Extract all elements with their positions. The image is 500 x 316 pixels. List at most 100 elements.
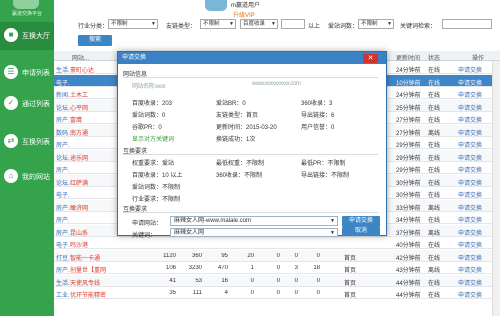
link-type-select[interactable]: 不限制 ▼ [200,19,236,29]
row-metric: 4 [224,290,228,296]
chevron-down-icon: ▼ [330,230,335,236]
row-status: 在线 [428,243,441,249]
avatar[interactable] [205,0,227,11]
chevron-down-icon: ▼ [330,218,335,224]
row-site-name[interactable]: 红萨满 [70,178,122,187]
row-category[interactable]: 电子... [56,190,70,199]
row-site-name[interactable]: 昆山系 [70,228,122,237]
row-category[interactable]: 房产... [56,140,70,149]
table-row[interactable]: 房产...创量世【重网106323047010318首页43分钟前离线申请交换 [54,262,500,274]
sidebar-item-apply-list[interactable]: ☰ 申请列表 [0,59,54,87]
req-industry: 行业要求：不限制 [132,197,181,203]
link-type-select-value: 不限制 [203,21,220,27]
req-baidu: 百度收录：10 以上 [132,173,183,179]
sidebar-item-my-site[interactable]: ⌂ 我的网站 [0,163,54,191]
row-metric: 0 [294,290,298,296]
row-category[interactable]: 工业... [56,290,70,299]
row-category[interactable]: 生活... [56,65,70,74]
row-category[interactable]: 房产... [56,203,70,212]
row-metric: 360 [191,252,202,259]
industry-select-value: 不限制 [111,21,128,27]
table-row[interactable]: 打豆...智能一卡通11203609520000首页42分钟前在线申请交换 [54,249,500,262]
check-icon: ✓ [4,96,18,110]
table-row[interactable]: 电子...鸣沙港40分钟前在线申请交换 [54,237,500,249]
row-site-name[interactable]: 创量世【重网 [70,265,122,274]
site-url-blurred: www.xxxxxxxxxx.com [252,81,301,87]
header-status: 状态 [428,56,441,62]
row-site-name[interactable]: 心平网 [70,103,122,112]
row-category[interactable]: 数码... [56,128,70,137]
row-site-name[interactable]: 鸣沙港 [70,240,122,249]
row-category[interactable]: 新闻... [56,90,70,99]
divider [123,77,378,78]
keyword-search-input[interactable] [442,19,492,29]
row-site-name[interactable]: 豪町心达 [70,65,122,74]
req-min-pr: 最低PR：不限制 [301,161,346,167]
cancel-button[interactable]: 取消 [342,227,380,236]
req-min-weight: 最低权重：不限制 [216,161,265,167]
aizhan-words-label: 爱站词数： [328,24,359,30]
apply-exchange-dialog: 申请交换 ✕ 网站信息 网站名称:xxxx www.xxxxxxxxxx.com… [117,51,387,239]
sidebar-item-label: 互换大厅 [22,33,50,40]
row-site-name[interactable]: 优环节能精密 [70,290,122,299]
info-export-links: 导出链接：6 [301,113,335,119]
row-category[interactable]: 论坛... [56,153,70,162]
row-site-name[interactable]: 土木工 [70,90,122,99]
row-status: 在线 [428,293,441,299]
aizhan-words-select-value: 不限制 [361,21,378,27]
req-360: 360收录：不限制 [216,173,263,179]
baidu-select[interactable]: 百度收录 ▼ [240,19,278,29]
row-metric: 3230 [188,265,202,271]
row-category[interactable]: 生活... [56,278,70,287]
table-row[interactable]: 工业...优环节能精密3511140000首页44分钟前在线申请交换 [54,287,500,299]
info-update-time: 更新时间：2015-03-20 [216,125,277,131]
row-category[interactable]: 房产... [56,115,70,124]
row-link-page: 首页 [344,268,357,274]
row-status: 在线 [428,193,441,199]
sidebar-item-exchange-list[interactable]: ⇄ 互换列表 [0,128,54,156]
row-category[interactable]: 论坛... [56,178,70,187]
aizhan-words-select[interactable]: 不限制 ▼ [358,19,394,29]
apply-site-select[interactable]: 麻辣女人网-www.malale.com ▼ [170,216,338,226]
table-row[interactable]: 生活...天使风专线4153160000首页44分钟前在线申请交换 [54,274,500,287]
row-category[interactable]: 电子... [56,78,70,87]
row-status: 在线 [428,93,441,99]
row-category[interactable]: 房产... [56,165,70,174]
sidebar-item-exchange-hall[interactable]: ■ 互换大厅 [0,22,54,50]
row-site-name[interactable]: 天使风专线 [70,278,122,287]
info-aizhan: 爱站BR：0 [216,101,246,107]
sidebar-item-label: 申请列表 [22,70,50,77]
search-button[interactable]: 搜索 [78,35,112,46]
sidebar-item-approved-list[interactable]: ✓ 通过列表 [0,90,54,118]
row-metric: 111 [192,290,202,296]
row-site-name[interactable]: 南方通 [70,128,122,137]
baidu-min-input[interactable] [281,19,305,29]
row-metric: 0 [316,252,320,259]
table-scrollbar[interactable] [492,61,500,316]
chevron-down-icon: ▼ [271,21,276,27]
row-metric: 470 [217,265,228,271]
divider [123,212,378,213]
brand-logo [13,0,39,9]
close-icon[interactable]: ✕ [363,54,378,63]
row-site-name[interactable]: 瞰济网 [70,203,122,212]
row-site-name[interactable]: 富鹰 [70,115,122,124]
row-category[interactable]: 打豆... [56,253,70,262]
row-category[interactable]: 房产... [56,228,70,237]
row-category[interactable]: 房产... [56,265,70,274]
row-category[interactable]: 房产... [56,215,70,224]
apply-exchange-button[interactable]: 申请交换 [342,216,380,227]
upgrade-vip-link[interactable]: 升级VIP [233,10,255,19]
row-metric: 95 [221,252,228,259]
sidebar-item-label: 我的网站 [22,174,50,181]
info-google-pr: 谷歌PR：0 [132,125,162,131]
row-site-name[interactable]: 智能一卡通 [70,253,122,262]
show-keywords-link[interactable]: 显示对方关键词 [132,134,174,143]
row-category[interactable]: 论坛... [56,103,70,112]
industry-select[interactable]: 不限制 ▼ [108,19,158,29]
keyword-select[interactable]: 麻辣女人网 ▼ [170,228,338,237]
header-action: 操作 [472,56,485,62]
row-status: 在线 [428,180,441,187]
row-site-name[interactable]: 途乐网 [70,153,122,162]
row-category[interactable]: 电子... [56,240,70,249]
